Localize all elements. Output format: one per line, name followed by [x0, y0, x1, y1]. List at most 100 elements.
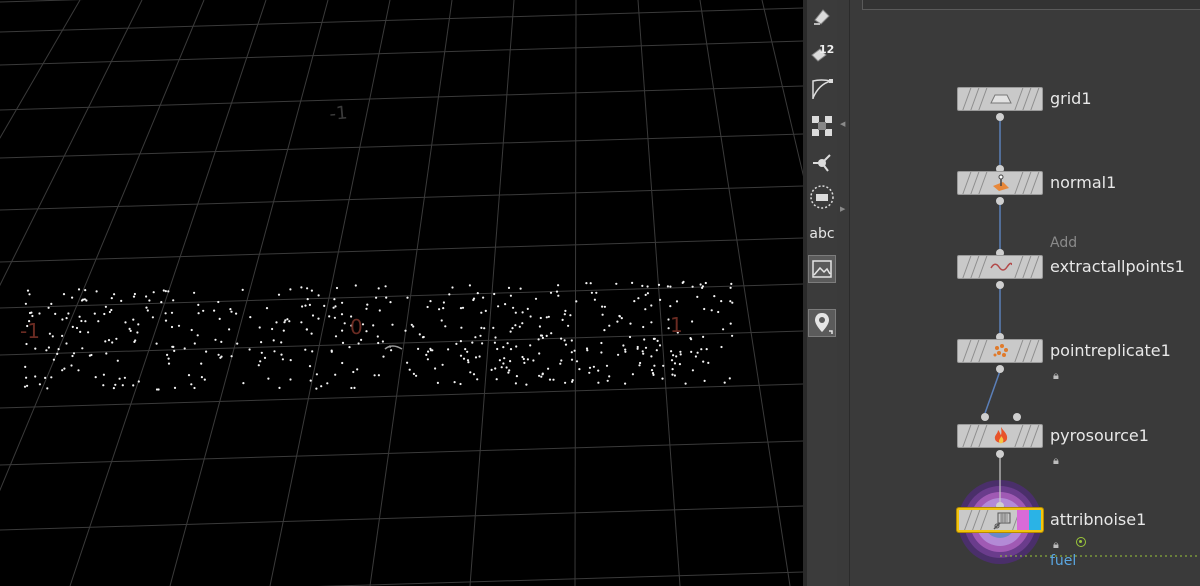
point	[24, 302, 27, 305]
point	[624, 382, 627, 385]
point	[381, 340, 384, 343]
point	[26, 289, 30, 292]
point	[132, 384, 135, 387]
grid-snap-icon[interactable]	[807, 111, 837, 141]
point	[28, 293, 31, 296]
point	[132, 318, 135, 321]
point	[644, 308, 647, 311]
network-editor[interactable]: grid1 normal1 Add extractallpoints1 poin…	[850, 0, 1200, 586]
point	[200, 376, 203, 379]
point	[472, 373, 476, 376]
node-body[interactable]	[957, 424, 1043, 448]
point	[356, 368, 359, 371]
output-port[interactable]	[996, 450, 1004, 458]
point	[679, 350, 682, 353]
point	[563, 339, 566, 342]
point	[429, 349, 433, 352]
template-flag[interactable]	[1017, 510, 1029, 530]
output-port[interactable]	[996, 197, 1004, 205]
point	[479, 334, 482, 337]
grid-line	[0, 85, 803, 111]
point	[597, 381, 600, 384]
output-port[interactable]	[996, 281, 1004, 289]
counter-12-icon[interactable]: 12	[807, 37, 837, 67]
node-body[interactable]	[957, 339, 1043, 363]
point	[229, 308, 232, 311]
point	[494, 336, 497, 339]
point	[71, 354, 74, 358]
point	[571, 380, 574, 383]
point	[203, 378, 206, 381]
point	[608, 324, 611, 327]
node-body[interactable]	[957, 87, 1043, 111]
point	[631, 373, 635, 376]
location-pin-icon[interactable]	[808, 309, 836, 337]
scene-viewport[interactable]: -1 0 1 -1	[0, 0, 803, 586]
point	[476, 378, 479, 381]
point	[549, 291, 553, 294]
lock-icon[interactable]: 🔒︎	[1053, 454, 1059, 468]
point	[107, 339, 111, 342]
node-pointreplicate1[interactable]: pointreplicate1 🔒︎	[957, 333, 1171, 382]
point	[341, 341, 345, 344]
point	[289, 359, 292, 362]
point	[220, 340, 223, 343]
point	[260, 341, 263, 344]
output-port[interactable]	[996, 365, 1004, 373]
point	[136, 331, 139, 334]
point	[459, 382, 462, 386]
viewport-canvas[interactable]: -1 0 1 -1	[0, 0, 803, 586]
node-grid1[interactable]: grid1	[957, 87, 1092, 121]
normal-icon	[988, 172, 1014, 194]
point	[128, 327, 131, 330]
grid-line	[637, 0, 681, 586]
point	[375, 296, 378, 299]
curve-tool-icon[interactable]	[807, 74, 837, 104]
node-label: attribnoise1	[1050, 510, 1147, 529]
circle-select-icon[interactable]	[807, 182, 837, 212]
point	[102, 373, 105, 376]
input-port-2[interactable]	[1013, 413, 1021, 421]
text-icon[interactable]: abc	[807, 219, 837, 249]
paint-bucket-icon[interactable]	[807, 2, 837, 32]
point	[376, 335, 379, 338]
point	[334, 373, 337, 376]
point	[642, 352, 645, 355]
point	[426, 305, 429, 309]
node-normal1[interactable]: normal1	[957, 165, 1116, 205]
node-body[interactable]	[957, 255, 1043, 279]
transform-handle-icon[interactable]	[807, 147, 837, 177]
point	[326, 382, 329, 385]
lock-icon[interactable]: 🔒︎	[1053, 538, 1059, 552]
expand-right-icon[interactable]: ▶	[840, 205, 845, 213]
point	[365, 307, 368, 310]
point	[30, 311, 33, 314]
point	[466, 350, 469, 353]
point	[482, 296, 485, 299]
input-port-1[interactable]	[981, 413, 989, 421]
point	[378, 309, 381, 312]
node-body[interactable]	[957, 171, 1043, 195]
point	[71, 296, 74, 299]
point	[690, 350, 693, 353]
point	[469, 371, 472, 374]
node-body[interactable]	[957, 508, 1043, 532]
point	[650, 369, 654, 372]
node-pyrosource1[interactable]: pyrosource1 🔒︎	[957, 413, 1149, 467]
point	[173, 386, 177, 389]
lock-icon[interactable]: 🔒︎	[1053, 369, 1059, 383]
node-attribnoise1[interactable]: attribnoise1 🔒︎	[957, 502, 1146, 551]
point	[81, 347, 84, 350]
image-icon[interactable]	[808, 255, 836, 283]
point	[468, 284, 471, 287]
output-port[interactable]	[996, 113, 1004, 121]
display-flag-bar[interactable]	[1029, 510, 1041, 530]
point	[681, 281, 684, 284]
collapse-left-icon[interactable]: ◀	[840, 120, 845, 128]
point	[442, 301, 445, 304]
point	[123, 376, 126, 379]
display-flag-icon[interactable]	[1076, 537, 1086, 547]
node-extractallpoints1[interactable]: Add extractallpoints1	[957, 235, 1185, 289]
pane-splitter[interactable]: ◀ ▶	[837, 0, 850, 586]
point	[729, 286, 732, 289]
